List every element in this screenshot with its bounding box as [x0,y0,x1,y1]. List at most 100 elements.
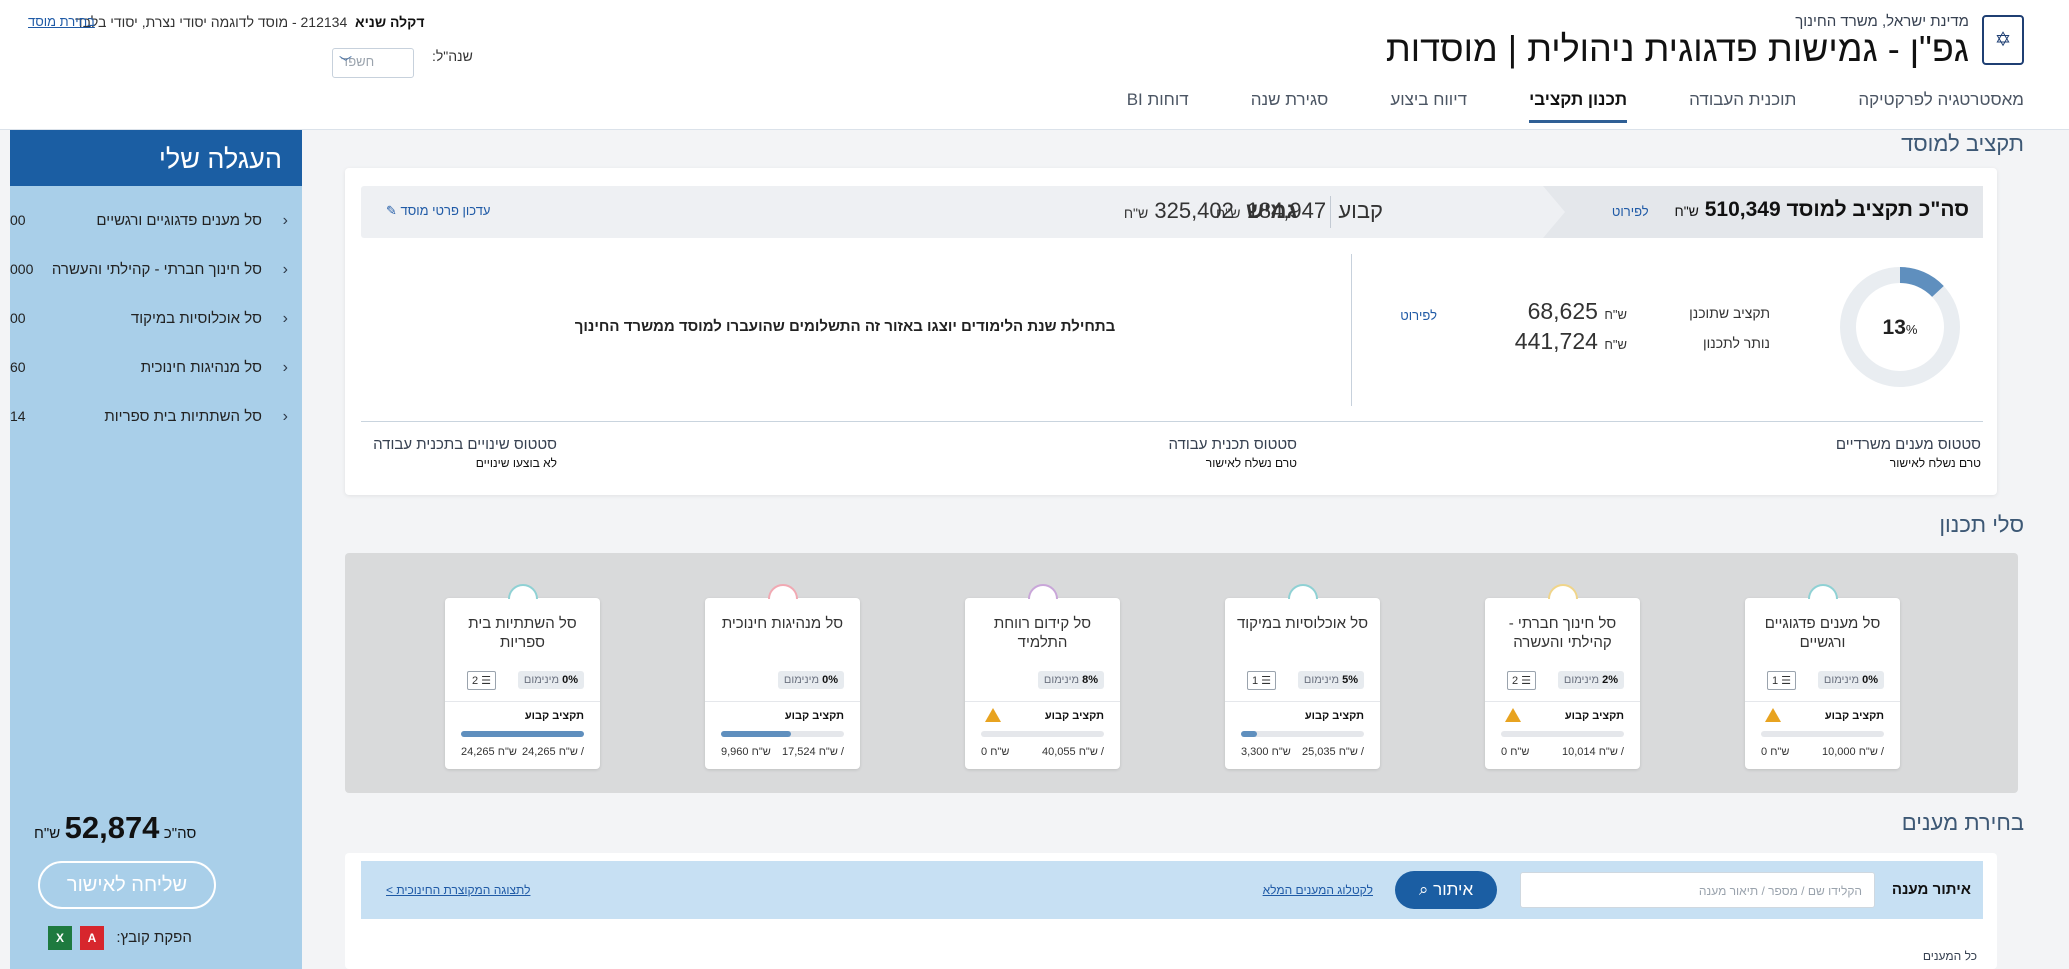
app-title: גפ"ן - גמישות פדגוגית ניהולית | מוסדות [1385,28,1969,69]
currency: ש"ח [1674,203,1699,219]
payments-info-text: בתחילת שנת הלימודים יוצגו באזור זה התשלו… [574,318,1116,335]
fixed-budget-label: תקציב קבוע [784,710,844,722]
responses-count: 1 [1252,675,1259,687]
basket-card[interactable]: סל אוכלוסיות במיקוד 5%מינימום ☰ 1 תקציב קבו… [1225,584,1380,769]
full-catalog-link[interactable]: לקטלוג המענים המלא [1263,883,1373,897]
planned-value: 68,625 [1527,298,1598,324]
institution-name: 212134 - מוסד לדוגמה יסודי נצרת, יסודי ב… [75,14,348,30]
status-work-plan: סטטוס תכנית עבודה טרם נשלח לאישור [1169,436,1298,470]
currency: ש"ח [1858,746,1878,758]
basket-tags: 0%מינימום ☰ 2 [467,671,584,691]
basket-total: / ש"ח 10,000 [1821,746,1884,758]
cart-item-amount: 00 [10,212,26,228]
status-value: טרם נשלח לאישור [1889,456,1981,470]
basket-name: סל אוכלוסיות במיקוד [1236,615,1369,632]
send-for-approval-button[interactable]: שליחה לאישור [38,861,216,909]
basket-card[interactable]: סל קידום רווחת התלמיד 8%מינימום תקציב קבוע… [965,584,1120,769]
basket-circle-icon [1808,584,1838,599]
status-ministry-responses: סטטוס מענים משרדיים טרם נשלח לאישור [1836,436,1981,470]
percent-sign: % [1905,322,1918,337]
currency: ש"ח [751,746,771,758]
basket-name: סל חינוך חברתי - קהילתי והעשרה [1508,615,1617,651]
search-icon: ⌕ [1418,880,1429,899]
basket-progress-fill [461,731,584,737]
donut-percent: 13% [1838,316,1962,340]
cart-item-amount: 00 [10,310,26,326]
basket-circle-icon [508,584,538,599]
budget-summary-bar: סה"כ תקציב למוסד 510,349 ש"ח לפירוט קבוע… [361,186,1983,238]
chevron-left-icon: ‹ [282,408,288,425]
minimum-badge: 8%מינימום [1037,671,1104,689]
edit-institution-link[interactable]: עדכון פרטי מוסד ✎ [386,203,491,219]
currency: ש"ח [1123,205,1149,221]
divider [1330,196,1331,228]
chevron-left-icon: ‹ [282,212,288,229]
basket-tags: 2%מינימום ☰ 2 [1507,671,1624,691]
cart-item-school-participation[interactable]: ‹ סל השתתיות בית ספריות 14 [10,392,302,441]
basket-used: ש"ח 0 [1501,746,1529,758]
baskets-panel: סל מענים פדגוגיים ורגשיים 0%מינימום ☰ 1 תקצ… [345,553,2018,793]
basket-card[interactable]: סל חינוך חברתי - קהילתי והעשרה 2%מינימום ☰… [1485,584,1640,769]
cart-item-pedagogical[interactable]: ‹ סל מענים פדגוגיים ורגשיים 00 [10,196,302,245]
basket-card[interactable]: סל מענים פדגוגיים ורגשיים 0%מינימום ☰ 1 תקצ… [1745,584,1900,769]
tab-work-plan[interactable]: תוכנית העבודה [1689,90,1796,123]
responses-panel: איתור מענה הקלידו שם / מספר / תיאור מענה… [345,853,1997,969]
cart-item-label: סל חינוך חברתי - קהילתי והעשרה [51,261,262,278]
responses-section-title: בחירת מענים [1901,810,2024,835]
basket-used-value: 0 [1761,746,1768,758]
basket-progress-bar [721,731,844,737]
basket-used-value: 24,265 [461,746,495,758]
filter-bar: איתור מענה הקלידו שם / מספר / תיאור מענה… [361,861,1983,919]
basket-used: ש"ח 3,300 [1241,746,1291,758]
cart-item-leadership[interactable]: ‹ סל מנהיגות חינוכית 60 [10,343,302,392]
minimum-label: מינימום [1043,674,1080,686]
responses-count-badge: ☰ 1 [1247,671,1277,690]
budget-panel: סה"כ תקציב למוסד 510,349 ש"ח לפירוט קבוע… [345,168,1997,495]
chevron-left-icon: ‹ [282,261,288,278]
response-search-input[interactable]: הקלידו שם / מספר / תיאור מענה [1520,872,1875,908]
minimum-badge: 5%מינימום [1297,671,1364,689]
basket-card[interactable]: סל השתתיות בית ספריות 0%מינימום ☰ 2 תקציב ק… [445,584,600,769]
short-view-link[interactable]: לתצוגה המקוצרת החינוכית > [386,883,530,897]
total-details-link[interactable]: לפירוט [1612,204,1649,219]
basket-card[interactable]: סל מנהיגות חינוכית 0%מינימום תקציב קבוע / ש… [705,584,860,769]
basket-total-value: 17,524 [781,746,816,758]
tab-bi-reports[interactable]: דוחות BI [1127,90,1189,123]
currency: ש"ח [1604,337,1627,352]
pdf-export-icon[interactable]: A [80,926,104,950]
status-value: לא בוצעו שינויים [475,456,557,470]
year-label: שנה"ל: [432,48,473,64]
currency: ש"ח [1604,307,1627,322]
flexible-label: גמיש [1246,198,1297,223]
tab-execution-report[interactable]: דיווח ביצוע [1390,90,1467,123]
budget-section-title: תקציב למוסד [1901,131,2024,156]
basket-progress-fill [1241,731,1257,737]
excel-export-icon[interactable]: X [48,926,72,950]
cart-item-social[interactable]: ‹ סל חינוך חברתי - קהילתי והעשרה 000 [10,245,302,294]
status-title: סטטוס מענים משרדיים [1835,436,1981,453]
minimum-label: מינימום [523,674,560,686]
basket-total: / ש"ח 24,265 [521,746,584,758]
basket-total-value: 10,000 [1821,746,1856,758]
minimum-label: מינימום [1303,674,1340,686]
cart-item-focus-populations[interactable]: ‹ סל אוכלוסיות במיקוד 00 [10,294,302,343]
breakdown-link[interactable]: לפירוט [1400,308,1437,323]
divider [965,701,1120,702]
tab-strategy[interactable]: מאסטרטגיה לפרקטיקה [1858,90,2024,123]
cart-item-label: סל מענים פדגוגיים ורגשיים [96,212,262,229]
year-select[interactable]: ﹀ חשפד [332,48,414,78]
minimum-label: מינימום [1563,674,1600,686]
basket-percent: 0% [1862,674,1878,686]
search-button-label: איתור [1433,880,1474,899]
tab-year-close[interactable]: סגירת שנה [1251,90,1329,123]
basket-total: / ש"ח 10,014 [1561,746,1624,758]
basket-total: / ש"ח 40,055 [1041,746,1104,758]
donut-percent-value: 13 [1882,316,1906,339]
search-button[interactable]: איתור ⌕ [1395,871,1497,909]
tab-budget-planning[interactable]: תכנון תקציבי [1529,90,1628,123]
change-institution-link[interactable]: בחירת מוסד [28,14,95,29]
remaining-value: 441,724 [1514,328,1598,354]
basket-circle-icon [1288,584,1318,599]
basket-percent: 0% [822,674,838,686]
pencil-icon: ✎ [386,203,397,218]
